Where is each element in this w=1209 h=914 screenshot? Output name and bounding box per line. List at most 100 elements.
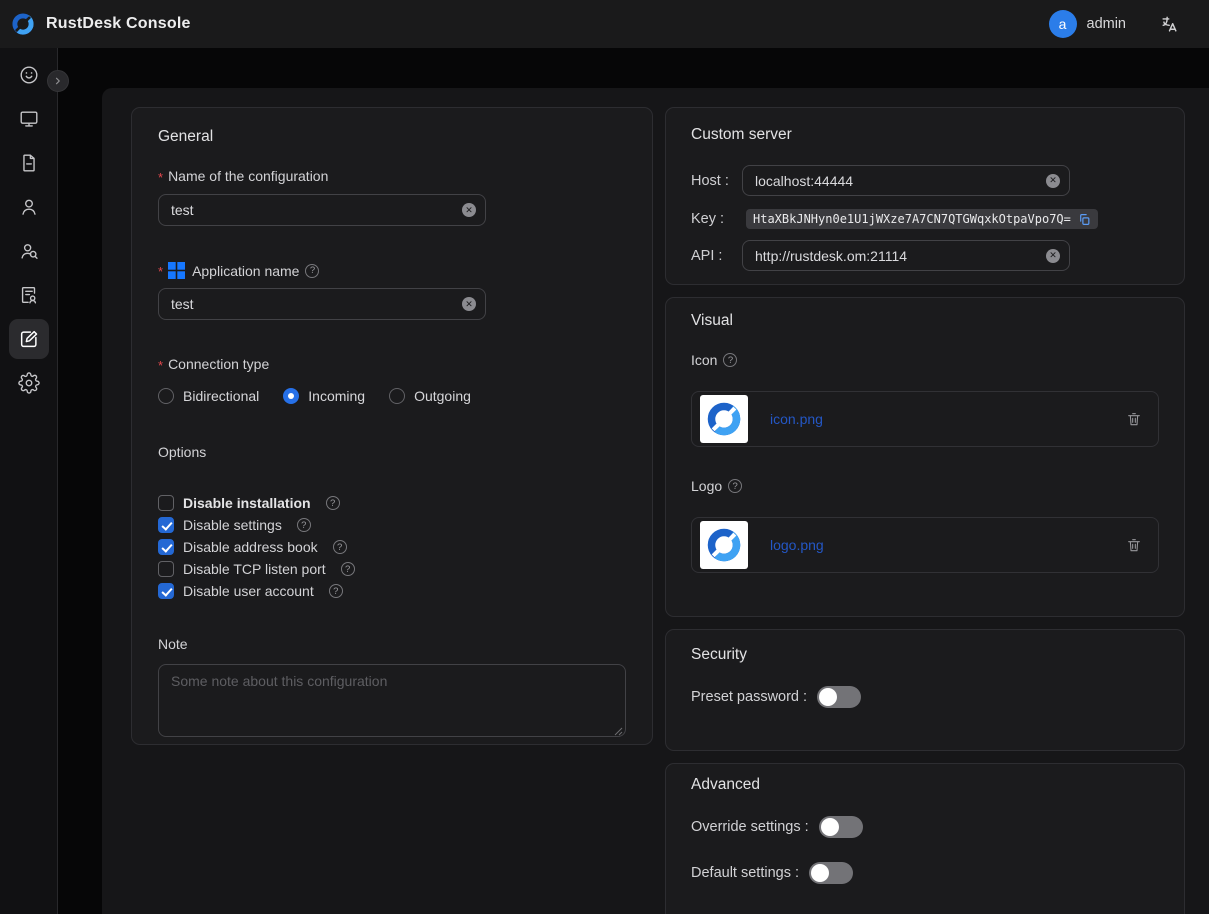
- audit-log-icon: [18, 284, 40, 306]
- option-disable-installation[interactable]: Disable installation ?: [158, 492, 626, 514]
- monitor-icon: [18, 108, 40, 130]
- translate-icon[interactable]: [1160, 15, 1179, 34]
- option-disable-tcp-listen-port[interactable]: Disable TCP listen port ?: [158, 558, 626, 580]
- general-card: General * Name of the configuration ✕ * …: [131, 107, 653, 745]
- radio-icon: [389, 388, 405, 404]
- general-title: General: [158, 128, 626, 146]
- sidebar-item-settings[interactable]: [9, 363, 49, 403]
- radio-bidirectional[interactable]: Bidirectional: [158, 388, 259, 404]
- icon-file-link[interactable]: icon.png: [770, 411, 823, 427]
- security-title: Security: [691, 646, 1159, 664]
- help-icon[interactable]: ?: [297, 518, 311, 532]
- help-icon[interactable]: ?: [305, 264, 319, 278]
- options-label: Options: [158, 444, 626, 460]
- help-icon[interactable]: ?: [326, 496, 340, 510]
- security-card: Security Preset password :: [665, 629, 1185, 751]
- options-list: Disable installation ? Disable settings …: [158, 492, 626, 602]
- user-avatar[interactable]: a: [1049, 10, 1077, 38]
- logo-upload-box: logo.png: [691, 517, 1159, 573]
- checkbox-icon[interactable]: [158, 539, 174, 555]
- icon-thumbnail: [700, 395, 748, 443]
- note-label: Note: [158, 636, 626, 652]
- config-name-field: ✕: [158, 194, 486, 226]
- config-name-label: * Name of the configuration: [158, 168, 626, 184]
- server-key-value: HtaXBkJNHyn0e1U1jWXze7A7CN7QTGWqxkOtpaVp…: [746, 209, 1098, 229]
- required-asterisk: *: [158, 264, 163, 279]
- logo-thumbnail: [700, 521, 748, 569]
- checkbox-icon[interactable]: [158, 561, 174, 577]
- api-row: API : ✕: [691, 240, 1159, 271]
- key-row: Key : HtaXBkJNHyn0e1U1jWXze7A7CN7QTGWqxk…: [691, 209, 1159, 229]
- checkbox-icon[interactable]: [158, 583, 174, 599]
- note-textarea[interactable]: [158, 664, 626, 737]
- preset-password-label: Preset password :: [691, 689, 807, 705]
- host-field: ✕: [742, 165, 1070, 196]
- connection-type-label: * Connection type: [158, 356, 626, 372]
- icon-label: Icon ?: [691, 352, 1159, 368]
- clear-host-icon[interactable]: ✕: [1046, 174, 1060, 188]
- radio-incoming[interactable]: Incoming: [283, 388, 365, 404]
- user-group-icon: [18, 240, 40, 262]
- option-disable-settings[interactable]: Disable settings ?: [158, 514, 626, 536]
- host-input[interactable]: [743, 166, 1069, 195]
- api-input[interactable]: [743, 241, 1069, 270]
- checkbox-icon[interactable]: [158, 517, 174, 533]
- sidebar-item-devices[interactable]: [9, 99, 49, 139]
- app-name-label: * Application name ?: [158, 262, 626, 279]
- key-label: Key :: [691, 211, 742, 227]
- custom-server-card: Custom server Host : ✕ Key : HtaXBkJNHyn…: [665, 107, 1185, 285]
- default-settings-toggle[interactable]: [809, 862, 853, 884]
- note-field: [158, 664, 626, 742]
- sidebar-item-users[interactable]: [9, 187, 49, 227]
- sidebar-item-dashboard[interactable]: [9, 55, 49, 95]
- override-settings-row: Override settings :: [691, 816, 1159, 838]
- help-icon[interactable]: ?: [341, 562, 355, 576]
- custom-server-title: Custom server: [691, 126, 1159, 144]
- default-settings-label: Default settings :: [691, 865, 799, 881]
- logo-file-link[interactable]: logo.png: [770, 537, 824, 553]
- api-field: ✕: [742, 240, 1070, 271]
- option-disable-address-book[interactable]: Disable address book ?: [158, 536, 626, 558]
- sidebar-item-audit[interactable]: [9, 275, 49, 315]
- brand: RustDesk Console: [10, 11, 191, 37]
- help-icon[interactable]: ?: [723, 353, 737, 367]
- option-disable-user-account[interactable]: Disable user account ?: [158, 580, 626, 602]
- help-icon[interactable]: ?: [329, 584, 343, 598]
- top-header: RustDesk Console a admin: [0, 0, 1209, 48]
- help-icon[interactable]: ?: [333, 540, 347, 554]
- user-name[interactable]: admin: [1087, 16, 1127, 32]
- sidebar-item-groups[interactable]: [9, 231, 49, 271]
- host-label: Host :: [691, 173, 742, 189]
- preset-password-row: Preset password :: [691, 686, 1159, 708]
- preset-password-toggle[interactable]: [817, 686, 861, 708]
- user-icon: [18, 196, 40, 218]
- gear-icon: [18, 372, 40, 394]
- delete-logo-file-icon[interactable]: [1126, 537, 1142, 553]
- advanced-title: Advanced: [691, 776, 1159, 794]
- config-name-input[interactable]: [159, 195, 485, 225]
- copy-key-icon[interactable]: [1078, 213, 1091, 226]
- sidebar-item-documents[interactable]: [9, 143, 49, 183]
- clear-app-name-icon[interactable]: ✕: [462, 297, 476, 311]
- windows-logo-icon: [168, 262, 185, 279]
- visual-title: Visual: [691, 312, 1159, 330]
- sidebar-collapse-button[interactable]: [47, 70, 69, 92]
- host-row: Host : ✕: [691, 165, 1159, 196]
- smiley-icon: [18, 64, 40, 86]
- edit-square-icon: [18, 328, 40, 350]
- clear-api-icon[interactable]: ✕: [1046, 249, 1060, 263]
- override-settings-toggle[interactable]: [819, 816, 863, 838]
- visual-card: Visual Icon ? icon.png Logo ?: [665, 297, 1185, 617]
- clear-config-name-icon[interactable]: ✕: [462, 203, 476, 217]
- connection-type-group: Bidirectional Incoming Outgoing: [158, 388, 626, 404]
- document-icon: [18, 152, 40, 174]
- app-name-field: ✕: [158, 288, 486, 320]
- sidebar-item-custom-client[interactable]: [9, 319, 49, 359]
- rustdesk-logo-icon: [10, 11, 36, 37]
- radio-outgoing[interactable]: Outgoing: [389, 388, 471, 404]
- delete-icon-file-icon[interactable]: [1126, 411, 1142, 427]
- required-asterisk: *: [158, 170, 163, 185]
- app-name-input[interactable]: [159, 289, 485, 319]
- help-icon[interactable]: ?: [728, 479, 742, 493]
- checkbox-icon[interactable]: [158, 495, 174, 511]
